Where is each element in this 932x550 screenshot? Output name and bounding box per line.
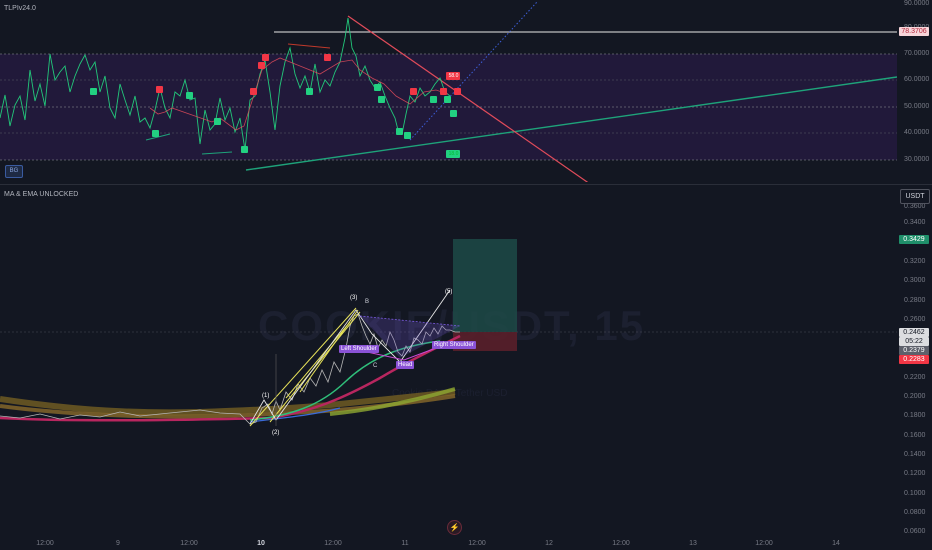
ma-band-slow (0, 389, 456, 416)
stop-price-tag: 0.2283 (899, 355, 929, 364)
price-axis-label: 0.2000 (904, 393, 926, 400)
resistance-segment (287, 43, 331, 49)
osc-axis-label: 90.0000 (904, 0, 930, 7)
time-axis-label: 12:00 (324, 540, 342, 547)
price-axis-label: 0.1800 (904, 412, 926, 419)
wave-label-c: C (373, 363, 378, 369)
target-price-tag: 0.3429 (899, 235, 929, 244)
wave-label-3: (3) (350, 295, 358, 301)
price-axis-label: 0.2600 (904, 316, 926, 323)
right-shoulder-tag[interactable]: Right Shoulder (432, 341, 476, 349)
price-axis-label: 0.1000 (904, 490, 926, 497)
indicator-badge[interactable]: BG (5, 165, 23, 178)
price-axis-label: 0.0600 (904, 528, 926, 535)
time-axis-label: 10 (257, 540, 265, 547)
oscillator-title: TLPIv24.0 (4, 5, 36, 12)
time-axis-label: 9 (116, 540, 120, 547)
wave-label-b: B (365, 299, 370, 305)
wave-label-5: (5) (445, 289, 453, 295)
long-position-target-zone[interactable] (453, 239, 517, 332)
time-axis-label: 12:00 (36, 540, 54, 547)
price-axis-label: 0.3600 (904, 203, 926, 210)
time-axis-label: 12:00 (180, 540, 198, 547)
time-axis-label: 14 (832, 540, 840, 547)
indicator-title[interactable]: MA & EMA UNLOCKED (4, 191, 78, 198)
signal-flag-green-label: 18.0 (448, 151, 459, 157)
price-axis-label: 0.1400 (904, 451, 926, 458)
price-axis-label: 0.0800 (904, 509, 926, 516)
price-axis-label: 0.3400 (904, 219, 926, 226)
oscillator-panel[interactable]: TLPIv24.0 58.0 18.0 BG (0, 0, 898, 185)
price-axis-label: 0.1200 (904, 470, 926, 477)
head-tag[interactable]: Head (396, 361, 415, 369)
time-axis-label: 12:00 (755, 540, 773, 547)
price-axis-label: 0.2800 (904, 297, 926, 304)
price-panel[interactable]: MA & EMA UNLOCKED (1) (2) (3) (5) B C Le… (0, 186, 897, 536)
price-chart (0, 239, 897, 427)
price-axis-label: 0.1600 (904, 432, 926, 439)
time-axis-label: 12:00 (468, 540, 486, 547)
panel-separator[interactable] (0, 184, 932, 185)
osc-axis-label: 60.0000 (904, 76, 930, 83)
time-axis-label: 11 (401, 540, 409, 547)
osc-axis-label: 50.0000 (904, 103, 930, 110)
price-axis-label: 0.3000 (904, 277, 926, 284)
bar-countdown-tag: 05:22 (899, 337, 929, 346)
currency-selector-button[interactable]: USDT (900, 189, 930, 204)
signal-flag-red-label: 58.0 (448, 73, 459, 79)
osc-axis-label: 70.0000 (904, 50, 930, 57)
osc-axis-label: 40.0000 (904, 129, 930, 136)
left-shoulder-tag[interactable]: Left Shoulder (339, 345, 379, 353)
osc-price-tag: 78.3706 (899, 27, 929, 36)
price-axis-label: 0.3200 (904, 258, 926, 265)
time-axis-label: 13 (689, 540, 697, 547)
time-axis-label: 12:00 (612, 540, 630, 547)
wave-label-2: (2) (272, 430, 280, 436)
mid-price-tag: 0.2379 (899, 346, 929, 355)
price-axis-label: 0.2200 (904, 374, 926, 381)
time-axis-label: 12 (545, 540, 553, 547)
last-price-tag: 0.2462 (899, 328, 929, 337)
wave-label-1: (1) (262, 393, 270, 399)
lightning-icon[interactable]: ⚡ (447, 520, 462, 535)
osc-axis-label: 30.0000 (904, 156, 930, 163)
